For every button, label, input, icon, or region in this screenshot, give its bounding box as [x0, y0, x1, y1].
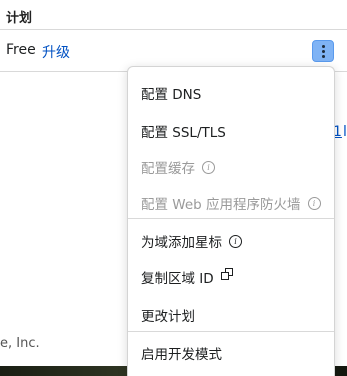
- footer-copyright: e, Inc.: [0, 336, 40, 351]
- partial-link[interactable]: l: [343, 124, 347, 140]
- menu-item-configure-ssl[interactable]: 配置 SSL/TLS: [141, 121, 226, 141]
- menu-item-configure-dns[interactable]: 配置 DNS: [141, 83, 201, 103]
- menu-item-label: 配置缓存: [141, 161, 195, 177]
- info-icon: i: [229, 234, 242, 248]
- copy-icon: [220, 268, 233, 280]
- menu-item-star-domain[interactable]: 为域添加星标 i: [141, 231, 242, 251]
- more-options-button[interactable]: [312, 40, 334, 62]
- menu-item-label: 配置 Web 应用程序防火墙: [141, 197, 301, 213]
- menu-item-change-plan[interactable]: 更改计划: [141, 305, 195, 325]
- plan-column-header: 计划: [6, 11, 33, 26]
- menu-item-configure-waf: 配置 Web 应用程序防火墙 i: [141, 193, 321, 213]
- menu-item-label: 更改计划: [141, 309, 195, 325]
- menu-item-label: 配置 SSL/TLS: [141, 125, 226, 141]
- menu-item-configure-cache: 配置缓存 i: [141, 157, 215, 177]
- menu-item-label: 复制区域 ID: [141, 271, 214, 287]
- menu-item-copy-zone-id[interactable]: 复制区域 ID: [141, 267, 233, 287]
- menu-divider: [128, 331, 334, 332]
- kebab-dot-icon: [321, 54, 325, 58]
- kebab-dot-icon: [321, 44, 325, 48]
- menu-item-dev-mode[interactable]: 启用开发模式: [141, 343, 222, 363]
- menu-item-label: 启用开发模式: [141, 347, 222, 363]
- kebab-dot-icon: [321, 49, 325, 53]
- upgrade-link[interactable]: 升级: [42, 42, 70, 62]
- menu-item-label: 配置 DNS: [141, 87, 202, 103]
- table-header-row: 计划: [0, 0, 347, 30]
- info-icon: i: [202, 160, 215, 174]
- menu-divider: [128, 218, 334, 219]
- menu-item-label: 为域添加星标: [141, 235, 222, 251]
- plan-name: Free: [6, 42, 36, 58]
- info-icon: i: [307, 196, 321, 210]
- dropdown-menu: 配置 DNS 配置 SSL/TLS 配置缓存 i 配置 Web 应用程序防火墙 …: [127, 66, 335, 376]
